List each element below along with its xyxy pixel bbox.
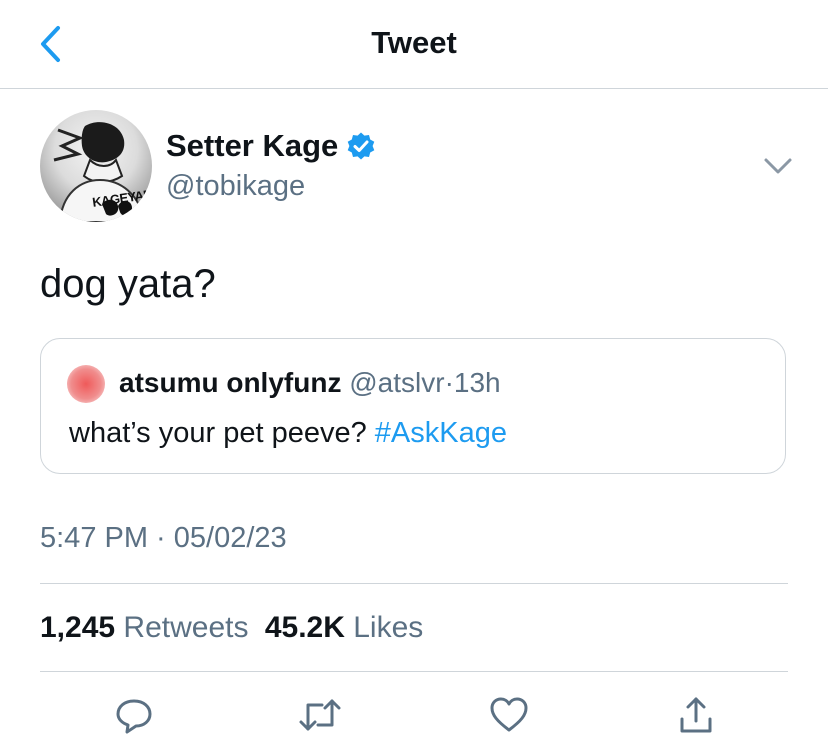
hashtag-link[interactable]: #AskKage — [375, 417, 507, 449]
author-display-name[interactable]: Setter Kage — [166, 128, 338, 164]
quoted-separator: · — [444, 367, 454, 398]
author-name-row: Setter Kage — [166, 128, 376, 164]
quoted-author-name: atsumu onlyfunz — [119, 367, 342, 398]
quoted-author-handle: @atslvr — [349, 367, 445, 398]
retweets-stat[interactable]: 1,245 Retweets — [40, 611, 248, 644]
share-icon — [680, 697, 712, 733]
likes-stat[interactable]: 45.2K Likes — [265, 611, 423, 644]
retweet-button[interactable] — [295, 690, 345, 740]
retweets-label: Retweets — [123, 611, 249, 644]
tweet-text: dog yata? — [40, 262, 216, 306]
verified-badge-icon — [347, 132, 375, 160]
divider — [40, 583, 788, 584]
quoted-avatar — [67, 365, 105, 403]
likes-count: 45.2K — [264, 611, 345, 644]
share-button[interactable] — [671, 690, 721, 740]
tweet-timestamp[interactable]: 5:47 PM · 05/02/23 — [40, 522, 287, 555]
reply-icon — [116, 699, 152, 734]
retweets-count: 1,245 — [40, 611, 116, 644]
likes-label: Likes — [353, 611, 424, 644]
top-nav-bar: Tweet — [0, 0, 828, 89]
quoted-text: what’s your pet peeve? #AskKage — [69, 417, 507, 450]
retweet-icon — [299, 699, 341, 731]
author-handle[interactable]: @tobikage — [166, 170, 305, 203]
engagement-stats: 1,245 Retweets 45.2K Likes — [40, 611, 423, 645]
chevron-down-icon[interactable] — [760, 150, 796, 180]
quoted-tweet-card[interactable]: atsumu onlyfunz @atslvr·13h what’s your … — [40, 338, 786, 474]
like-icon — [490, 697, 528, 732]
quoted-header: atsumu onlyfunz @atslvr·13h — [119, 367, 501, 399]
like-button[interactable] — [484, 690, 534, 740]
quoted-time-ago: 13h — [453, 367, 501, 398]
divider — [40, 671, 788, 672]
page-title: Tweet — [371, 25, 457, 60]
reply-button[interactable] — [109, 690, 159, 740]
avatar[interactable]: KAGEYAMA — [40, 110, 152, 222]
quoted-text-body: what’s your pet peeve? — [69, 417, 367, 449]
